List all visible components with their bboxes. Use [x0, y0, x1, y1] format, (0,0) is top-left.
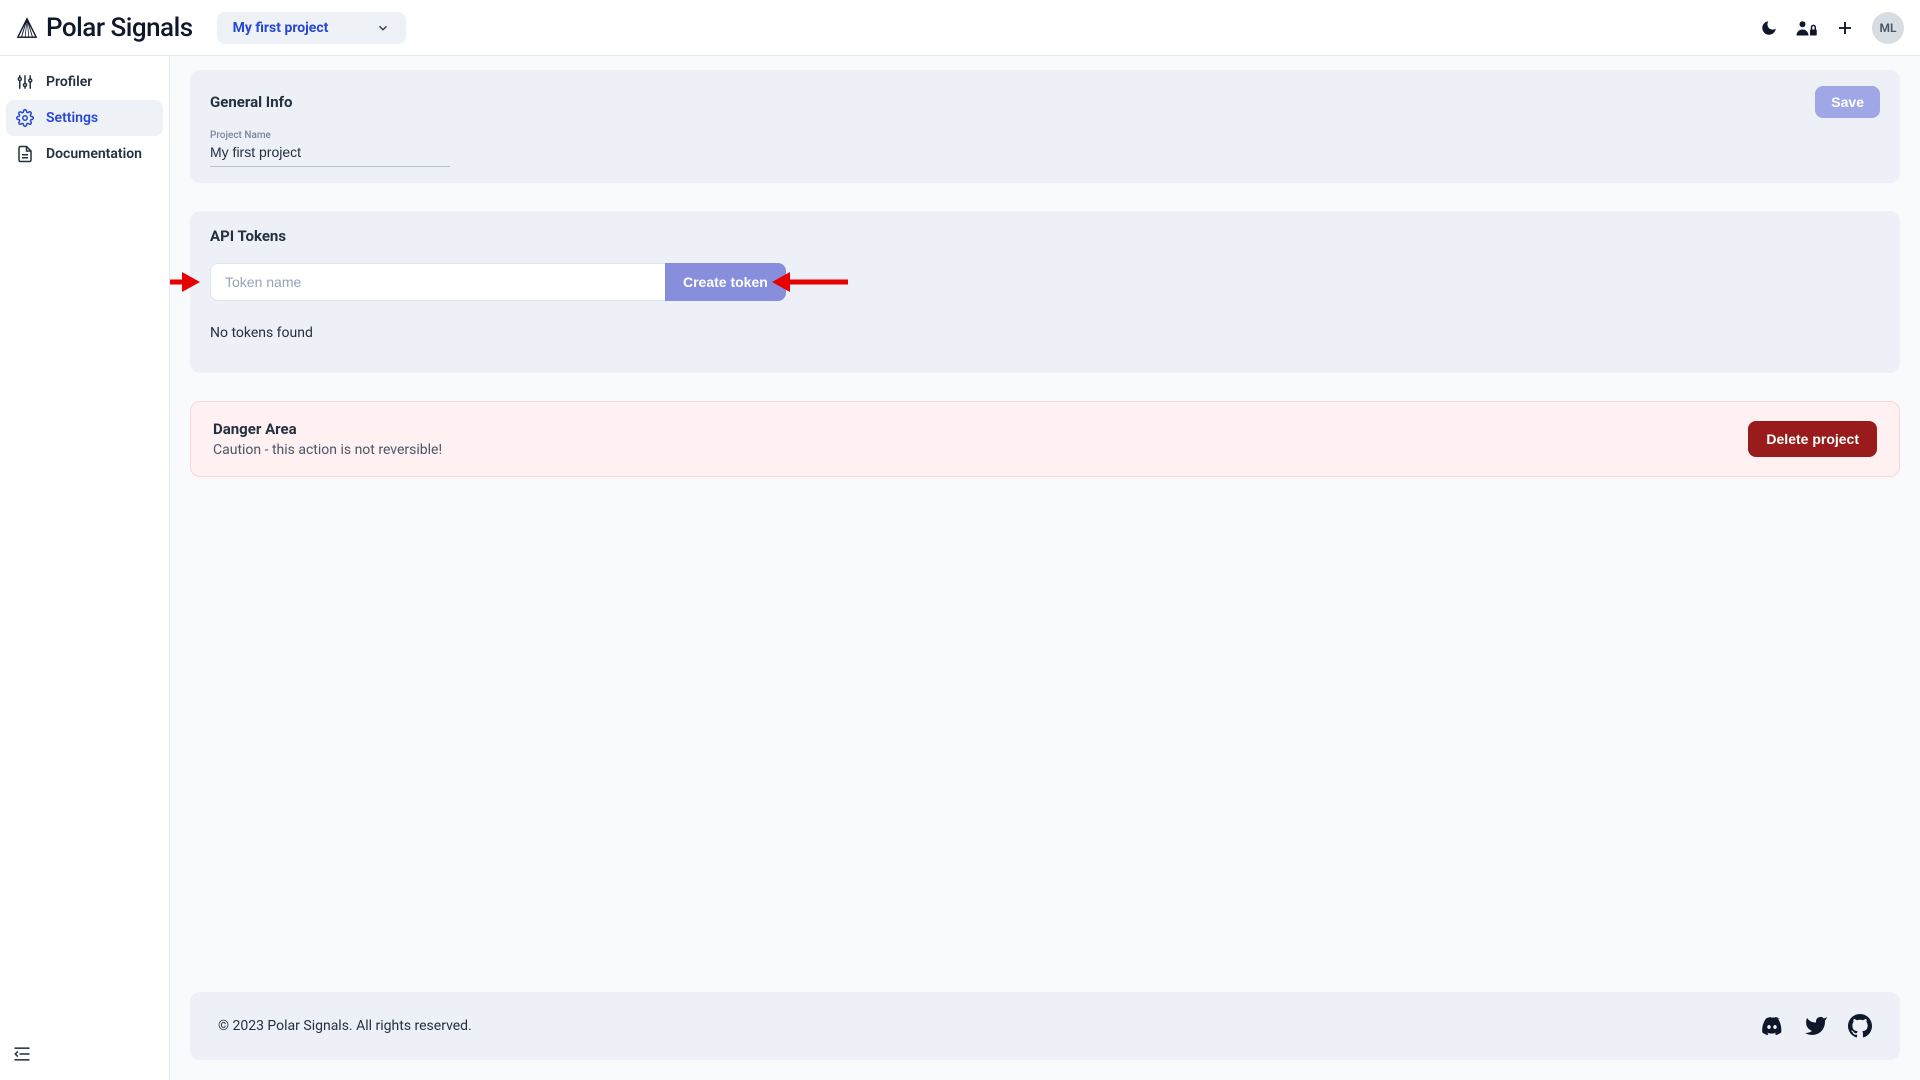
brand-logo[interactable]: Polar Signals: [16, 13, 193, 43]
api-tokens-title: API Tokens: [210, 227, 1880, 245]
avatar[interactable]: ML: [1872, 12, 1904, 44]
footer: © 2023 Polar Signals. All rights reserve…: [190, 992, 1900, 1060]
sidebar: Profiler Settings Documentation: [0, 56, 170, 1080]
arrow-right-icon: [170, 268, 202, 296]
save-button[interactable]: Save: [1815, 86, 1880, 118]
sidebar-item-label: Documentation: [46, 146, 142, 162]
github-icon[interactable]: [1848, 1014, 1872, 1038]
topbar: Polar Signals My first project ML: [0, 0, 1920, 56]
danger-title: Danger Area: [213, 420, 442, 438]
discord-icon[interactable]: [1760, 1014, 1784, 1038]
topbar-actions: ML: [1760, 12, 1904, 44]
brand-text: Polar Signals: [46, 13, 193, 43]
project-name-label: Project Name: [210, 130, 1880, 141]
document-icon: [16, 145, 34, 163]
sliders-icon: [16, 73, 34, 91]
sidebar-item-settings[interactable]: Settings: [6, 100, 163, 136]
sidebar-item-label: Settings: [46, 110, 98, 126]
indent-decrease-icon: [12, 1044, 32, 1064]
avatar-initials: ML: [1880, 21, 1897, 35]
project-selector[interactable]: My first project: [217, 12, 407, 44]
user-lock-icon[interactable]: [1796, 19, 1818, 37]
footer-copyright: © 2023 Polar Signals. All rights reserve…: [218, 1018, 472, 1034]
main-content: General Info Save Project Name API Token…: [170, 56, 1920, 1080]
moon-icon[interactable]: [1760, 19, 1778, 37]
general-info-card: General Info Save Project Name: [190, 70, 1900, 183]
logo-icon: [16, 17, 38, 39]
create-token-button[interactable]: Create token: [665, 263, 786, 301]
delete-project-button[interactable]: Delete project: [1748, 421, 1877, 457]
sidebar-item-label: Profiler: [46, 74, 92, 90]
project-selector-label: My first project: [233, 20, 329, 36]
sidebar-collapse-button[interactable]: [12, 1044, 32, 1068]
danger-subtitle: Caution - this action is not reversible!: [213, 442, 442, 458]
sidebar-item-profiler[interactable]: Profiler: [6, 64, 163, 100]
token-name-input[interactable]: [210, 263, 665, 301]
plus-icon[interactable]: [1836, 19, 1854, 37]
footer-social-icons: [1760, 1014, 1872, 1038]
gear-icon: [16, 109, 34, 127]
twitter-icon[interactable]: [1804, 1014, 1828, 1038]
chevron-down-icon: [376, 21, 390, 35]
token-create-row: Create token: [210, 263, 1880, 301]
no-tokens-text: No tokens found: [210, 325, 1880, 341]
danger-area-card: Danger Area Caution - this action is not…: [190, 401, 1900, 477]
general-info-title: General Info: [210, 93, 292, 111]
api-tokens-card: API Tokens Create token No tokens found: [190, 211, 1900, 373]
sidebar-item-documentation[interactable]: Documentation: [6, 136, 163, 172]
project-name-input[interactable]: [210, 141, 450, 167]
